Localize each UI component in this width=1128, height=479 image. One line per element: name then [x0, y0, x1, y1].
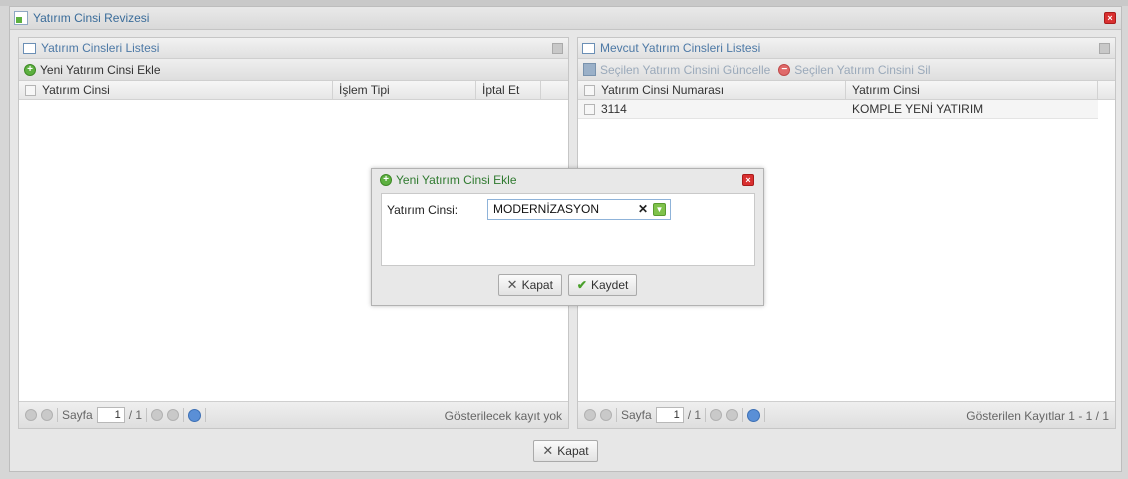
close-icon: ✕: [542, 443, 554, 458]
pager-info: Gösterilen Kayıtlar 1 - 1 / 1: [966, 409, 1109, 423]
col-investment-type[interactable]: Yatırım Cinsi: [846, 80, 1098, 100]
page-label: Sayfa: [62, 408, 93, 422]
left-pager: Sayfa 1 / 1 Gösterilecek kayıt yok: [19, 401, 568, 428]
pager-info: Gösterilecek kayıt yok: [444, 409, 562, 423]
collapse-icon[interactable]: [552, 43, 563, 54]
row-number: 3114: [601, 101, 627, 116]
right-panel-title: Mevcut Yatırım Cinsleri Listesi: [600, 41, 761, 55]
left-grid-header: Yatırım Cinsi İşlem Tipi İptal Et: [19, 80, 568, 100]
delete-selected-button[interactable]: Seçilen Yatırım Cinsini Sil: [794, 63, 930, 77]
prev-page-icon[interactable]: [600, 409, 612, 421]
update-selected-button[interactable]: Seçilen Yatırım Cinsini Güncelle: [600, 63, 770, 77]
refresh-icon[interactable]: [188, 408, 202, 422]
window-close-icon[interactable]: ×: [1104, 12, 1116, 24]
investment-type-combobox[interactable]: MODERNİZASYON ✕ ▼: [487, 199, 671, 220]
col-investment-type-number[interactable]: Yatırım Cinsi Numarası: [578, 80, 846, 100]
dropdown-icon[interactable]: ▼: [653, 203, 666, 216]
next-page-icon[interactable]: [710, 409, 723, 421]
left-panel-title: Yatırım Cinsleri Listesi: [41, 41, 160, 55]
close-icon: ✕: [506, 277, 518, 292]
table-row[interactable]: 3114 KOMPLE YENİ YATIRIM: [578, 100, 1098, 119]
window-footer: ✕ Kapat: [10, 431, 1121, 471]
check-icon: ✔: [576, 278, 587, 292]
first-page-icon[interactable]: [25, 409, 37, 421]
add-investment-type-button[interactable]: Yeni Yatırım Cinsi Ekle: [40, 63, 161, 77]
add-investment-type-dialog: + Yeni Yatırım Cinsi Ekle × Yatırım Cins…: [371, 168, 764, 306]
col-operation-type[interactable]: İşlem Tipi: [333, 80, 476, 100]
investment-type-value: MODERNİZASYON: [493, 202, 600, 216]
left-toolbar: + Yeni Yatırım Cinsi Ekle: [19, 59, 568, 81]
row-name: KOMPLE YENİ YATIRIM: [852, 101, 984, 116]
select-all-checkbox[interactable]: [25, 84, 36, 96]
edit-icon: [583, 63, 596, 76]
add-icon: +: [380, 174, 392, 186]
dialog-title: Yeni Yatırım Cinsi Ekle: [396, 173, 517, 187]
list-icon: [23, 42, 36, 54]
list-icon: [582, 42, 595, 54]
right-toolbar: Seçilen Yatırım Cinsini Güncelle − Seçil…: [578, 59, 1115, 81]
collapse-icon[interactable]: [1099, 43, 1110, 54]
dialog-save-button[interactable]: ✔ Kaydet: [567, 274, 638, 296]
select-all-checkbox[interactable]: [584, 84, 595, 96]
window-title: Yatırım Cinsi Revizesi: [33, 11, 150, 25]
page-input[interactable]: 1: [655, 407, 684, 423]
left-panel-title-bar: Yatırım Cinsleri Listesi: [19, 38, 568, 59]
first-page-icon[interactable]: [584, 409, 596, 421]
col-investment-type[interactable]: Yatırım Cinsi: [19, 80, 333, 100]
window-header: Yatırım Cinsi Revizesi ×: [10, 7, 1121, 30]
row-checkbox[interactable]: [584, 103, 595, 115]
page-input[interactable]: 1: [96, 407, 125, 423]
dialog-close-icon[interactable]: ×: [742, 174, 754, 186]
clear-icon[interactable]: ✕: [638, 200, 648, 219]
next-page-icon[interactable]: [151, 409, 164, 421]
col-cancel[interactable]: İptal Et: [476, 80, 541, 100]
add-icon: +: [24, 63, 36, 76]
page-label: Sayfa: [621, 408, 652, 422]
dialog-footer: ✕ Kapat ✔ Kaydet: [372, 274, 763, 296]
dialog-header: + Yeni Yatırım Cinsi Ekle ×: [372, 169, 763, 191]
refresh-icon[interactable]: [747, 408, 761, 422]
investment-type-label: Yatırım Cinsi:: [387, 203, 459, 217]
last-page-icon[interactable]: [167, 409, 180, 421]
dialog-body: Yatırım Cinsi: MODERNİZASYON ✕ ▼: [381, 193, 755, 266]
prev-page-icon[interactable]: [41, 409, 53, 421]
right-grid-header: Yatırım Cinsi Numarası Yatırım Cinsi: [578, 80, 1115, 100]
last-page-icon[interactable]: [726, 409, 739, 421]
window-close-button[interactable]: ✕ Kapat: [533, 440, 598, 462]
remove-icon: −: [778, 63, 791, 76]
dialog-cancel-button[interactable]: ✕ Kapat: [497, 274, 562, 296]
right-panel-title-bar: Mevcut Yatırım Cinsleri Listesi: [578, 38, 1115, 59]
right-pager: Sayfa 1 / 1 Gösterilen Kayıtlar 1 - 1 / …: [578, 401, 1115, 428]
window-add-icon: [14, 11, 28, 25]
page-total: / 1: [128, 408, 143, 422]
page-total: / 1: [687, 408, 702, 422]
